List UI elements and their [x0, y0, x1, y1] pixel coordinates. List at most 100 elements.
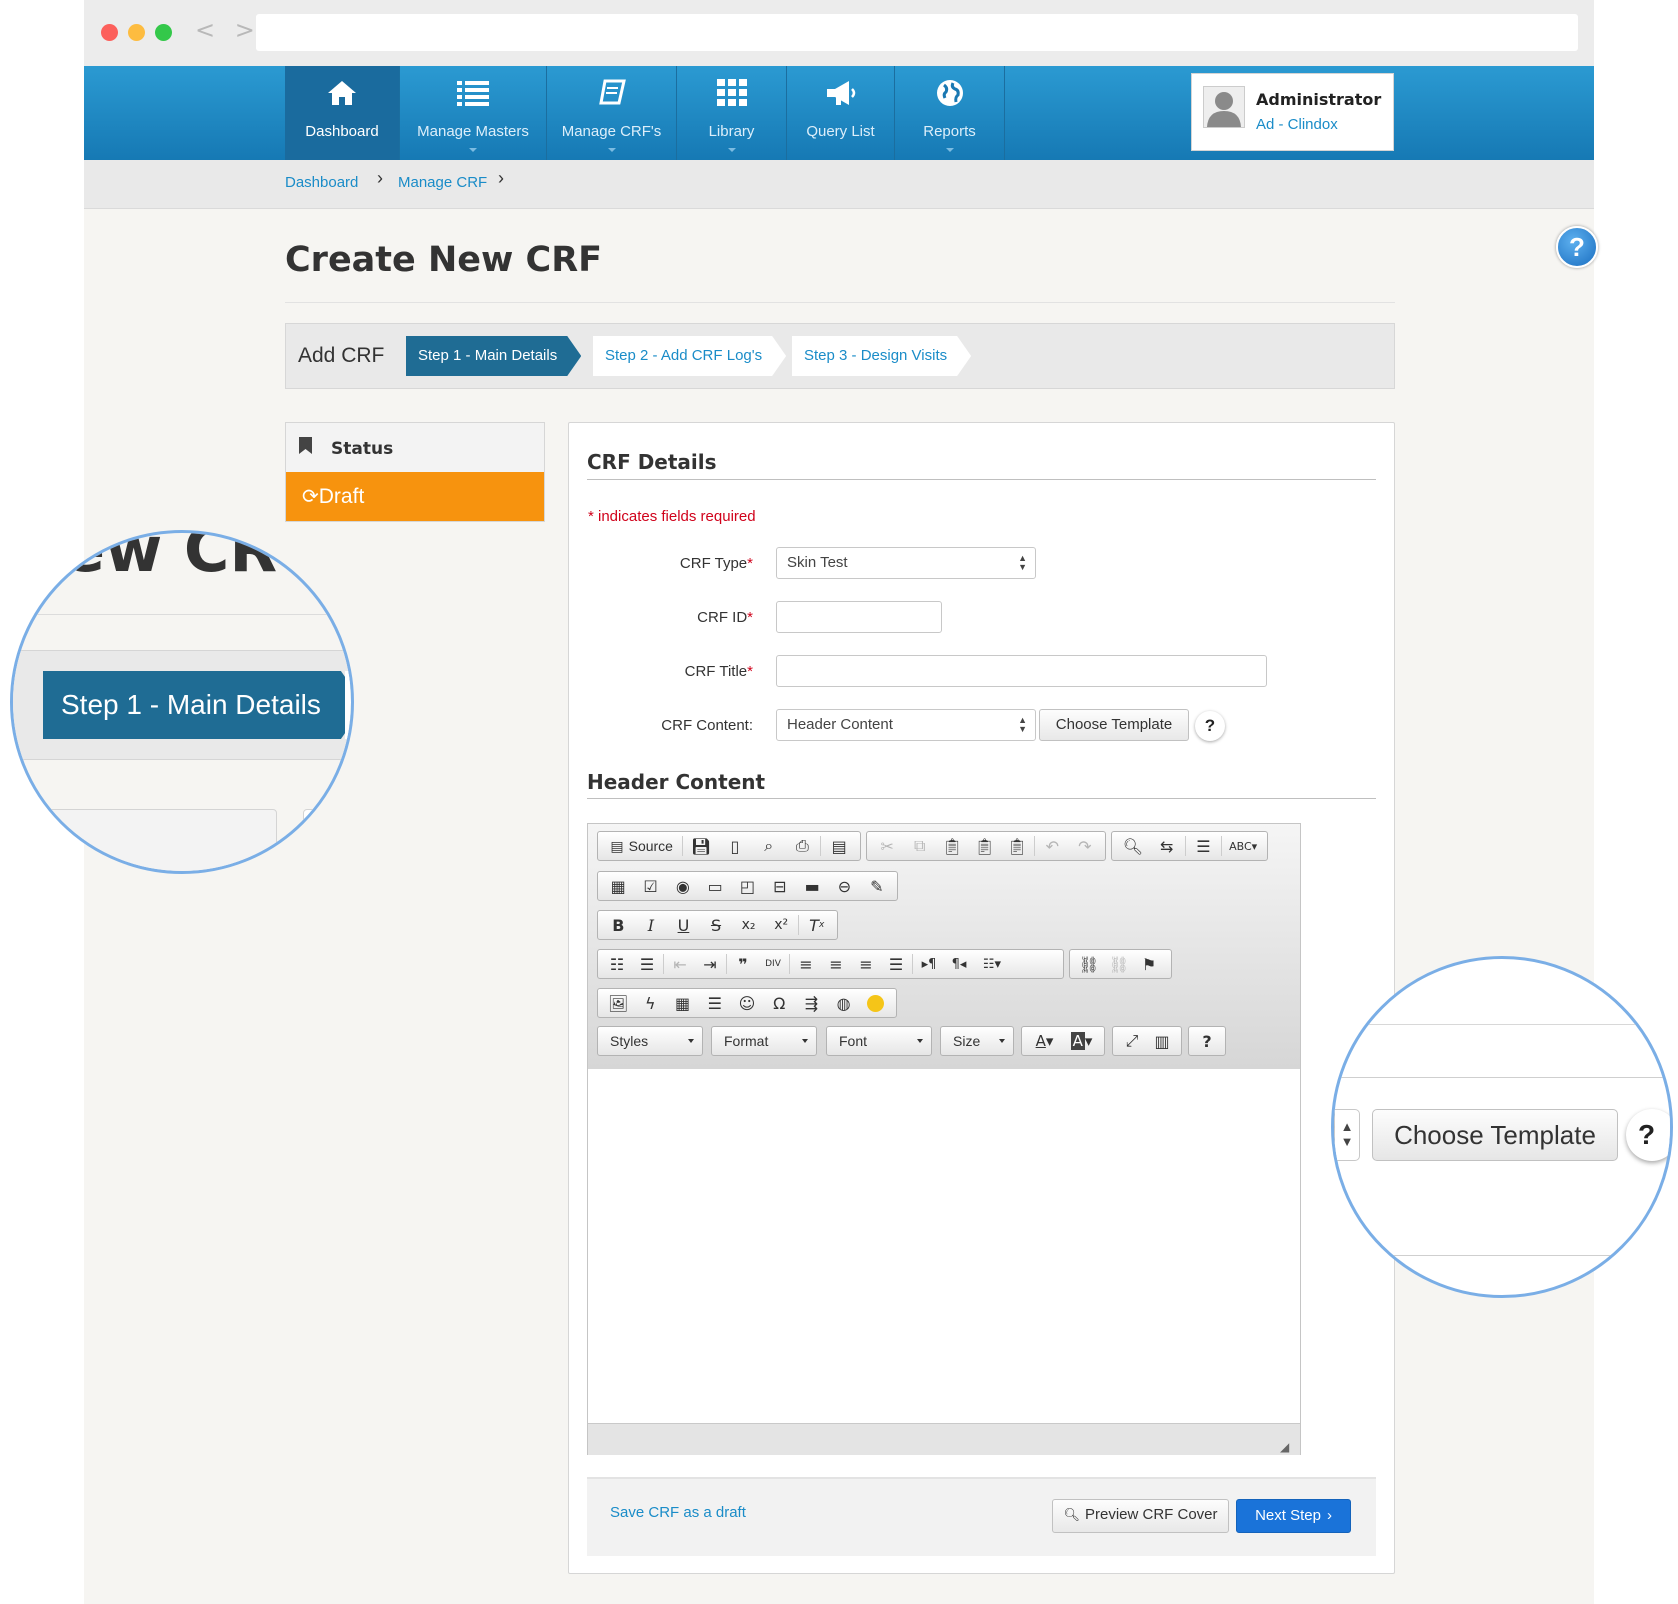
ltr-icon[interactable]: ▸¶	[914, 951, 944, 977]
special-char-icon[interactable]: Ω	[763, 990, 795, 1016]
save-draft-link[interactable]: Save CRF as a draft	[610, 1504, 746, 1521]
nav-manage-masters[interactable]: Manage Masters	[400, 66, 547, 160]
background-color-icon[interactable]: A ▾	[1063, 1028, 1100, 1054]
minimize-window-dot[interactable]	[128, 24, 145, 41]
redo-icon[interactable]: ↷	[1069, 833, 1101, 859]
choose-template-button[interactable]: Choose Template	[1039, 709, 1189, 741]
help-icon[interactable]: ?	[1556, 226, 1598, 268]
numbered-list-icon[interactable]: ☷	[602, 951, 632, 977]
rtl-icon[interactable]: ¶◂	[944, 951, 974, 977]
nav-reports[interactable]: Reports	[895, 66, 1005, 160]
maximize-icon[interactable]: ⤢	[1117, 1028, 1147, 1054]
step-3-design-visits[interactable]: Step 3 - Design Visits	[792, 336, 971, 376]
user-org-link[interactable]: Ad - Clindox	[1256, 116, 1338, 133]
table-icon[interactable]: ▦	[666, 990, 698, 1016]
preview-icon[interactable]: ⌕	[752, 833, 786, 859]
text-color-icon[interactable]: A ▾	[1026, 1028, 1063, 1054]
outdent-icon[interactable]: ⇤	[665, 951, 695, 977]
superscript-icon[interactable]: x²	[765, 912, 798, 938]
crf-content-help-button[interactable]: ?	[1195, 711, 1225, 741]
status-heading: Status	[331, 439, 394, 459]
breadcrumb-manage-crf[interactable]: Manage CRF	[398, 174, 487, 191]
nav-manage-crfs[interactable]: Manage CRF's	[547, 66, 677, 160]
radio-icon[interactable]: ◉	[667, 873, 699, 899]
crf-content-select[interactable]: Header Content ▲ ▼	[776, 709, 1036, 741]
editor-help-button[interactable]: ?	[1193, 1028, 1221, 1054]
strike-icon[interactable]: S	[700, 912, 733, 938]
hidden-field-icon[interactable]: ✎	[861, 873, 893, 899]
source-button[interactable]: ▤ Source	[602, 833, 681, 859]
image-button-icon[interactable]: ⊖	[828, 873, 860, 899]
nav-library[interactable]: Library	[677, 66, 787, 160]
templates-icon[interactable]: ▤	[822, 833, 856, 859]
button-field-icon[interactable]: ▬	[796, 873, 828, 899]
nav-dashboard[interactable]: Dashboard	[285, 66, 400, 160]
step-1-main-details[interactable]: Step 1 - Main Details	[406, 336, 581, 376]
underline-icon[interactable]: U	[667, 912, 700, 938]
image-icon[interactable]: 🖼︎	[602, 990, 634, 1016]
undo-icon[interactable]: ↶	[1036, 833, 1068, 859]
browser-nav-arrows[interactable]: < >	[195, 16, 261, 44]
indent-icon[interactable]: ⇥	[695, 951, 725, 977]
bulleted-list-icon[interactable]: ☰	[632, 951, 662, 977]
crf-type-select[interactable]: Skin Test ▲ ▼	[776, 547, 1036, 579]
paste-word-icon[interactable]: 📋︎	[1001, 833, 1033, 859]
page-break-icon[interactable]: ⇶	[795, 990, 827, 1016]
remove-format-icon[interactable]: Tx	[800, 912, 833, 938]
editor-content-area[interactable]	[590, 1070, 1298, 1422]
align-center-icon[interactable]: ≡	[821, 951, 851, 977]
align-left-icon[interactable]: ≡	[791, 951, 821, 977]
show-blocks-icon[interactable]: ▥	[1147, 1028, 1177, 1054]
grid-icon	[677, 76, 786, 110]
align-right-icon[interactable]: ≡	[851, 951, 881, 977]
size-dropdown[interactable]: Size	[940, 1026, 1014, 1056]
language-icon[interactable]: ☷▾	[974, 951, 1010, 977]
form-icon[interactable]: ▦	[602, 873, 634, 899]
iframe-icon[interactable]: ◍	[828, 990, 860, 1016]
placeholder-icon[interactable]	[860, 990, 892, 1016]
format-dropdown[interactable]: Format	[711, 1026, 817, 1056]
unlink-icon[interactable]: ⛓	[1104, 951, 1134, 977]
step-2-add-crf-logs[interactable]: Step 2 - Add CRF Log's	[593, 336, 786, 376]
address-bar[interactable]	[256, 14, 1578, 51]
checkbox-icon[interactable]: ☑	[634, 873, 666, 899]
flash-icon[interactable]: ϟ	[634, 990, 666, 1016]
preview-crf-cover-button[interactable]: 🔍︎ Preview CRF Cover	[1052, 1499, 1229, 1533]
nav-query-list[interactable]: Query List	[787, 66, 895, 160]
textarea-icon[interactable]: ◰	[731, 873, 763, 899]
styles-dropdown[interactable]: Styles	[597, 1026, 703, 1056]
replace-icon[interactable]: ⇆	[1150, 833, 1184, 859]
resize-handle-icon[interactable]: ◢	[1280, 1440, 1289, 1454]
crf-title-input[interactable]	[776, 655, 1267, 687]
subscript-icon[interactable]: x₂	[732, 912, 765, 938]
new-page-icon[interactable]: ▯	[718, 833, 752, 859]
cut-icon[interactable]: ✂	[871, 833, 903, 859]
breadcrumb-dashboard[interactable]: Dashboard	[285, 174, 358, 191]
save-icon[interactable]: 💾︎	[684, 833, 718, 859]
toolbar-separator	[726, 954, 727, 974]
crf-id-input[interactable]	[776, 601, 942, 633]
print-icon[interactable]: ⎙	[786, 833, 820, 859]
paste-icon[interactable]: 📋︎	[936, 833, 968, 859]
bold-icon[interactable]: B	[602, 912, 635, 938]
italic-icon[interactable]: I	[635, 912, 668, 938]
close-window-dot[interactable]	[101, 24, 118, 41]
div-container-icon[interactable]: DIV	[758, 951, 788, 977]
anchor-flag-icon[interactable]: ⚑	[1134, 951, 1164, 977]
select-field-icon[interactable]: ⊟	[764, 873, 796, 899]
find-icon[interactable]: 🔍︎	[1116, 833, 1150, 859]
maximize-window-dot[interactable]	[155, 24, 172, 41]
user-profile-box[interactable]: Administrator Ad - Clindox	[1191, 73, 1394, 151]
font-dropdown[interactable]: Font	[826, 1026, 932, 1056]
blockquote-icon[interactable]: ❞	[728, 951, 758, 977]
smiley-icon[interactable]: ☺	[731, 990, 763, 1016]
paste-text-icon[interactable]: 📋︎	[968, 833, 1000, 859]
link-icon[interactable]: ⛓	[1074, 951, 1104, 977]
next-step-button[interactable]: Next Step ›	[1236, 1499, 1351, 1533]
spellcheck-icon[interactable]: ABC▾	[1223, 833, 1263, 859]
justify-icon[interactable]: ☰	[881, 951, 911, 977]
horizontal-rule-icon[interactable]: ☰	[699, 990, 731, 1016]
copy-icon[interactable]: ⧉	[903, 833, 935, 859]
select-all-icon[interactable]: ☰	[1187, 833, 1221, 859]
textfield-icon[interactable]: ▭	[699, 873, 731, 899]
